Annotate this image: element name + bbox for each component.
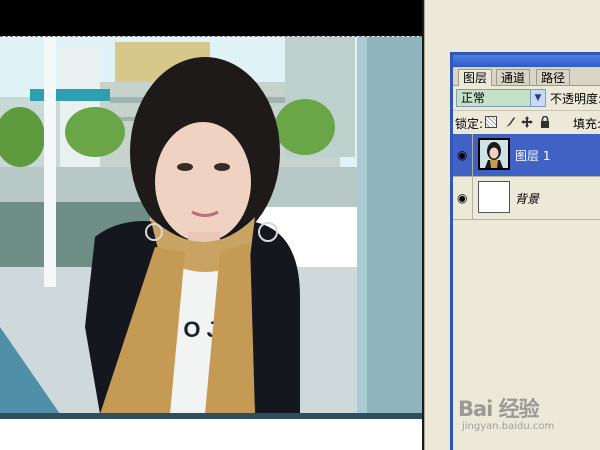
fill-label: 填充:: [573, 117, 600, 131]
portrait-photo: J O J: [0, 37, 422, 414]
photo-layer-image[interactable]: J O J: [0, 37, 422, 414]
layer-row-background[interactable]: ◉ 背景: [453, 177, 600, 220]
canvas-vertical-scrollbar[interactable]: [424, 0, 438, 450]
layer-thumbnail: [478, 138, 510, 170]
watermark-url: jingyan.baidu.com: [462, 421, 555, 432]
document-canvas-area[interactable]: J O J: [0, 0, 438, 450]
lock-all-icon[interactable]: [539, 115, 551, 128]
opacity-label: 不透明度:: [550, 92, 600, 106]
panel-tabs: 图层 通道 路径: [453, 67, 600, 86]
canvas-bottom-edge: [0, 413, 422, 419]
layer-name: 图层 1: [515, 149, 551, 163]
lock-row: 锁定: 填充:: [453, 110, 600, 135]
baidu-jingyan-watermark: Bai 经验 jingyan.baidu.com: [458, 393, 598, 439]
layer-thumbnail: [478, 181, 510, 213]
lock-transparent-icon[interactable]: [485, 116, 497, 128]
visibility-toggle[interactable]: ◉: [453, 177, 473, 219]
blend-mode-dropdown[interactable]: 正常 ▼: [456, 89, 546, 107]
eye-icon[interactable]: ◉: [457, 149, 467, 161]
lock-label: 锁定:: [455, 117, 484, 131]
chevron-down-icon[interactable]: ▼: [530, 90, 545, 106]
blend-mode-value: 正常: [461, 91, 486, 105]
watermark-logo: Bai 经验: [458, 397, 540, 421]
layer-name: 背景: [515, 192, 540, 206]
lock-brush-icon[interactable]: [504, 116, 516, 128]
blend-mode-row: 正常 ▼ 不透明度:: [453, 86, 600, 110]
layer-list: ◉ 图层 1 ◉ 背景: [453, 134, 600, 220]
eye-icon[interactable]: ◉: [457, 192, 467, 204]
tab-layers[interactable]: 图层: [458, 69, 493, 86]
tab-paths[interactable]: 路径: [536, 69, 571, 85]
layer-row-layer1[interactable]: ◉ 图层 1: [453, 134, 600, 177]
tab-channels[interactable]: 通道: [496, 69, 531, 85]
panel-titlebar[interactable]: [453, 55, 600, 67]
visibility-toggle[interactable]: ◉: [453, 134, 473, 176]
canvas-pasteboard: [0, 0, 424, 36]
layers-panel: 图层 通道 路径 正常 ▼ 不透明度: 锁定: 填充: ◉ 图层 1 ◉ 背景: [450, 52, 600, 450]
lock-move-icon[interactable]: [521, 116, 533, 128]
